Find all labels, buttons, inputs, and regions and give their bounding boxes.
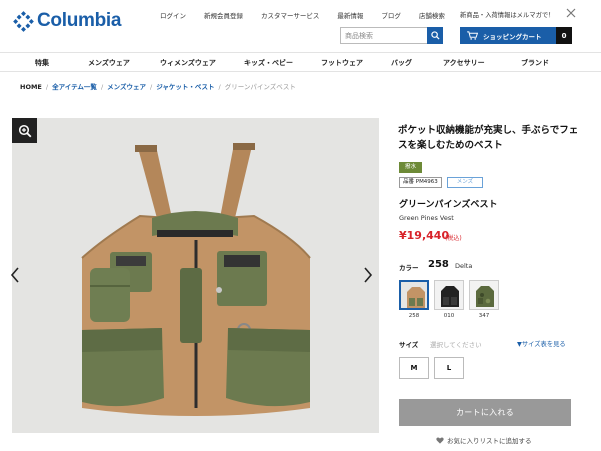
- newsletter-notice[interactable]: 新商品・入荷情報はメルマガで！: [460, 10, 554, 19]
- cart-icon: [467, 31, 478, 40]
- nav-item-features[interactable]: 特集: [35, 58, 49, 68]
- search-input[interactable]: [341, 28, 427, 43]
- product-price: ¥19,440: [399, 229, 450, 242]
- breadcrumb-jackets[interactable]: ジャケット・ベスト: [156, 83, 214, 91]
- utility-links: ログイン 新規会員登録 カスタマーサービス 最新情報 ブログ 店舗検索: [160, 10, 463, 20]
- close-icon[interactable]: [564, 6, 578, 20]
- vest-thumbnail: [435, 281, 463, 309]
- register-link[interactable]: 新規会員登録: [204, 10, 243, 20]
- wishlist-label: お気に入りリストに追加する: [447, 437, 532, 445]
- columbia-logo[interactable]: Columbia: [13, 10, 121, 32]
- news-link[interactable]: 最新情報: [337, 10, 363, 20]
- size-option-m[interactable]: M: [399, 357, 429, 379]
- blog-link[interactable]: ブログ: [381, 10, 401, 20]
- shopping-cart-button[interactable]: ショッピングカート 0: [460, 27, 572, 44]
- brand-name: Columbia: [37, 10, 122, 31]
- product-headline: ポケット収納機能が充実し、手ぶらでフェスを楽しむためのベスト: [398, 125, 579, 151]
- search-button[interactable]: [427, 27, 443, 44]
- size-option-l[interactable]: L: [434, 357, 464, 379]
- selected-color-name: Delta: [455, 262, 473, 270]
- chevron-right-icon[interactable]: [363, 266, 373, 284]
- breadcrumb-separator: /: [45, 83, 49, 91]
- swatch-label: 347: [478, 313, 490, 319]
- nav-item-bags[interactable]: バッグ: [391, 58, 412, 68]
- add-to-cart-button[interactable]: カートに入れる: [399, 399, 571, 426]
- chevron-left-icon[interactable]: [10, 266, 20, 284]
- color-swatch-258[interactable]: [399, 280, 429, 310]
- breadcrumb-home[interactable]: HOME: [20, 83, 42, 91]
- nav-item-brand[interactable]: ブランド: [521, 58, 549, 68]
- water-repellent-badge: 撥水: [399, 162, 423, 173]
- vest-photo: [81, 143, 311, 416]
- color-swatch-347[interactable]: [469, 280, 499, 310]
- customer-service-link[interactable]: カスタマーサービス: [261, 10, 319, 20]
- breadcrumb-current: グリーンパインズベスト: [224, 83, 296, 91]
- wishlist-link[interactable]: お気に入りリストに追加する: [436, 435, 532, 445]
- vest-thumbnail: [470, 281, 498, 309]
- breadcrumb: HOME / 全アイテム一覧 / メンズウェア / ジャケット・ベスト / グリーンパインズベス…: [20, 81, 296, 91]
- swatch-label: 010: [443, 313, 455, 319]
- search-icon: [430, 31, 440, 40]
- cart-label: ショッピングカート: [483, 32, 542, 41]
- size-chart-link[interactable]: ▼サイズ表を見る: [517, 339, 566, 348]
- color-swatch-010[interactable]: [434, 280, 464, 310]
- size-prompt: 選択してください: [430, 341, 482, 349]
- main-nav: 特集 メンズウェア ウィメンズウェア キッズ・ベビー フットウェア バッグ アク…: [0, 52, 601, 72]
- product-name-english: Green Pines Vest: [399, 214, 454, 222]
- color-label: カラー: [399, 264, 419, 272]
- size-label: サイズ: [399, 341, 419, 349]
- search-box: [340, 27, 443, 44]
- product-image[interactable]: [12, 118, 379, 433]
- breadcrumb-separator: /: [150, 83, 153, 91]
- breadcrumb-mens[interactable]: メンズウェア: [107, 83, 146, 91]
- cart-count-badge: 0: [556, 27, 572, 44]
- gender-badge[interactable]: メンズ: [447, 177, 483, 188]
- selected-color-code: 258: [428, 259, 449, 270]
- zoom-in-icon: [18, 124, 31, 137]
- nav-item-womens[interactable]: ウィメンズウェア: [160, 58, 216, 68]
- breadcrumb-separator: /: [100, 83, 104, 91]
- login-link[interactable]: ログイン: [160, 10, 186, 20]
- heart-icon: [436, 436, 444, 444]
- breadcrumb-separator: /: [218, 83, 221, 91]
- nav-item-footwear[interactable]: フットウェア: [321, 58, 363, 68]
- nav-item-kids[interactable]: キッズ・ベビー: [244, 58, 293, 68]
- store-search-link[interactable]: 店舗検索: [419, 10, 445, 20]
- nav-item-mens[interactable]: メンズウェア: [88, 58, 130, 68]
- nav-item-accessories[interactable]: アクセサリー: [443, 58, 485, 68]
- product-name: グリーンパインズベスト: [399, 200, 498, 210]
- columbia-diamond-icon: [13, 10, 34, 32]
- breadcrumb-all-items[interactable]: 全アイテム一覧: [52, 83, 97, 91]
- sku-badge: 品番 PM4963: [399, 177, 442, 188]
- vest-thumbnail: [401, 282, 427, 308]
- zoom-button[interactable]: [12, 118, 37, 143]
- tax-note: (税込): [445, 235, 462, 242]
- swatch-label: 258: [408, 313, 420, 319]
